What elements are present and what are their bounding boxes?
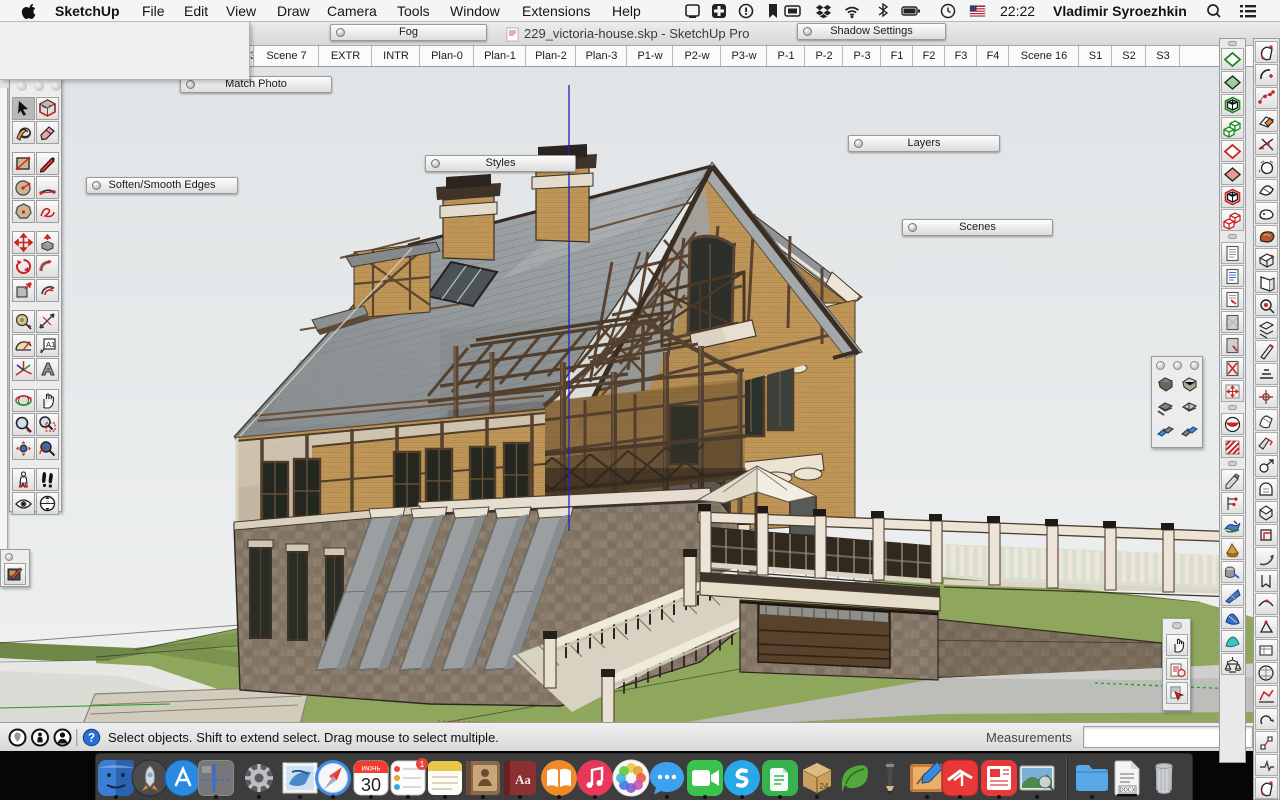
svg-text:1: 1 (420, 759, 425, 769)
svg-text:Aa: Aa (515, 772, 531, 787)
svg-text:?: ? (88, 733, 95, 745)
svg-text:24: 24 (820, 782, 829, 791)
svg-text:A1: A1 (46, 340, 55, 349)
svg-text:DOCX: DOCX (1120, 788, 1136, 794)
svg-text:30: 30 (361, 775, 381, 795)
svg-text:июнь: июнь (361, 764, 380, 773)
